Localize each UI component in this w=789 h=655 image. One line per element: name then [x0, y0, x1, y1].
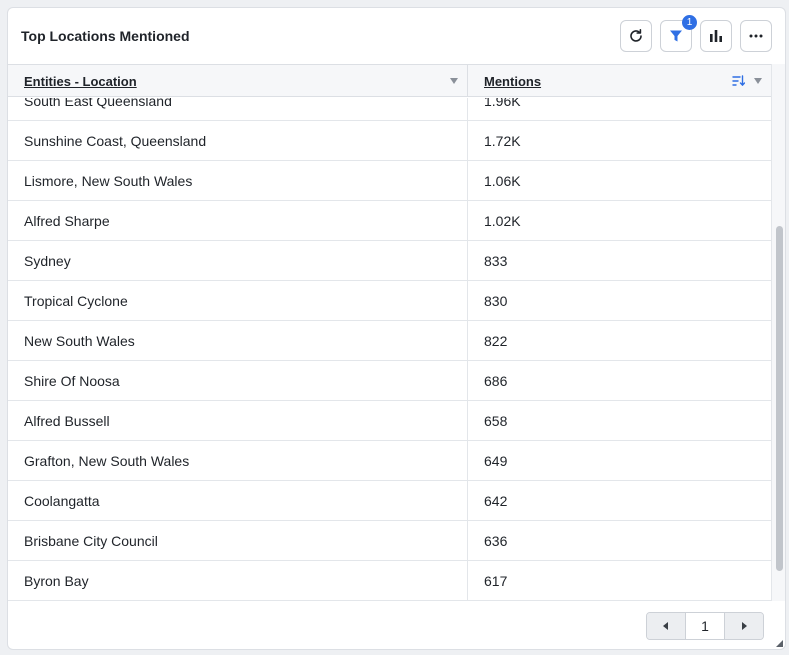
mentions-cell: 1.72K [484, 132, 521, 149]
location-cell: Coolangatta [8, 481, 468, 520]
table-row[interactable]: Tropical Cyclone 830 [8, 281, 771, 321]
location-cell: Tropical Cyclone [8, 281, 468, 320]
location-cell: Alfred Bussell [8, 401, 468, 440]
table-row[interactable]: South East Queensland 1.96K [8, 98, 771, 121]
table-row[interactable]: Brisbane City Council 636 [8, 521, 771, 561]
mentions-cell: 833 [484, 252, 508, 269]
widget-card: Top Locations Mentioned 1 Entities - Loc… [7, 7, 786, 650]
mentions-cell: 822 [484, 332, 508, 349]
table-rows: South East Queensland 1.96K Sunshine Coast… [8, 98, 771, 601]
column-menu-caret-icon[interactable] [450, 78, 458, 84]
widget-title: Top Locations Mentioned [21, 28, 190, 44]
mentions-cell: 1.96K [484, 98, 521, 109]
location-cell: Alfred Sharpe [8, 201, 468, 240]
column-header-label[interactable]: Entities - Location [24, 74, 137, 89]
mentions-cell: 649 [484, 452, 508, 469]
mentions-cell: 642 [484, 492, 508, 509]
location-cell: Brisbane City Council [8, 521, 468, 560]
next-page-button[interactable] [725, 613, 763, 639]
refresh-button[interactable] [620, 20, 652, 52]
location-cell: Sydney [8, 241, 468, 280]
location-cell: Grafton, New South Wales [8, 441, 468, 480]
scrollbar-thumb[interactable] [776, 226, 783, 571]
table-row[interactable]: Byron Bay 617 [8, 561, 771, 601]
widget-toolbar: 1 [620, 15, 772, 52]
table-row[interactable]: Sunshine Coast, Queensland 1.72K [8, 121, 771, 161]
mentions-cell: 617 [484, 572, 508, 589]
bar-chart-icon [710, 30, 722, 42]
prev-page-button[interactable] [647, 613, 685, 639]
column-header-label[interactable]: Mentions [484, 74, 541, 89]
sort-descending-icon[interactable] [732, 75, 745, 87]
table-row[interactable]: Lismore, New South Wales 1.06K [8, 161, 771, 201]
chart-type-button[interactable] [700, 20, 732, 52]
mentions-cell: 686 [484, 372, 508, 389]
location-cell: New South Wales [8, 321, 468, 360]
chevron-right-icon [742, 622, 747, 630]
mentions-cell: 658 [484, 412, 508, 429]
filter-count-badge: 1 [682, 15, 697, 30]
table-row[interactable]: Shire Of Noosa 686 [8, 361, 771, 401]
location-cell: Byron Bay [8, 561, 468, 600]
location-cell: Shire Of Noosa [8, 361, 468, 400]
location-cell: Sunshine Coast, Queensland [8, 121, 468, 160]
column-header-location[interactable]: Entities - Location [8, 65, 468, 97]
current-page-number: 1 [685, 613, 725, 639]
table-row[interactable]: Alfred Bussell 658 [8, 401, 771, 441]
pagination: 1 [646, 612, 764, 640]
table-header: Entities - Location Mentions [8, 65, 771, 97]
data-table: Entities - Location Mentions South East … [8, 64, 771, 601]
more-options-button[interactable] [740, 20, 772, 52]
table-scrollbar[interactable] [771, 64, 785, 601]
filter-icon [670, 30, 682, 42]
filter-button[interactable]: 1 [660, 15, 697, 52]
location-cell: Lismore, New South Wales [8, 161, 468, 200]
column-header-mentions[interactable]: Mentions [468, 65, 771, 97]
table-row[interactable]: New South Wales 822 [8, 321, 771, 361]
chevron-left-icon [663, 622, 668, 630]
column-menu-caret-icon[interactable] [754, 78, 762, 84]
location-cell: South East Queensland [8, 98, 468, 120]
table-body: South East Queensland 1.96K Sunshine Coast… [8, 98, 771, 601]
resize-handle-icon[interactable] [776, 640, 783, 647]
table-row[interactable]: Coolangatta 642 [8, 481, 771, 521]
table-row[interactable]: Alfred Sharpe 1.02K [8, 201, 771, 241]
refresh-icon [630, 29, 642, 42]
mentions-cell: 830 [484, 292, 508, 309]
table-row[interactable]: Sydney 833 [8, 241, 771, 281]
table-row[interactable]: Grafton, New South Wales 649 [8, 441, 771, 481]
mentions-cell: 636 [484, 532, 508, 549]
mentions-cell: 1.02K [484, 212, 521, 229]
more-icon [749, 34, 763, 38]
mentions-cell: 1.06K [484, 172, 521, 189]
